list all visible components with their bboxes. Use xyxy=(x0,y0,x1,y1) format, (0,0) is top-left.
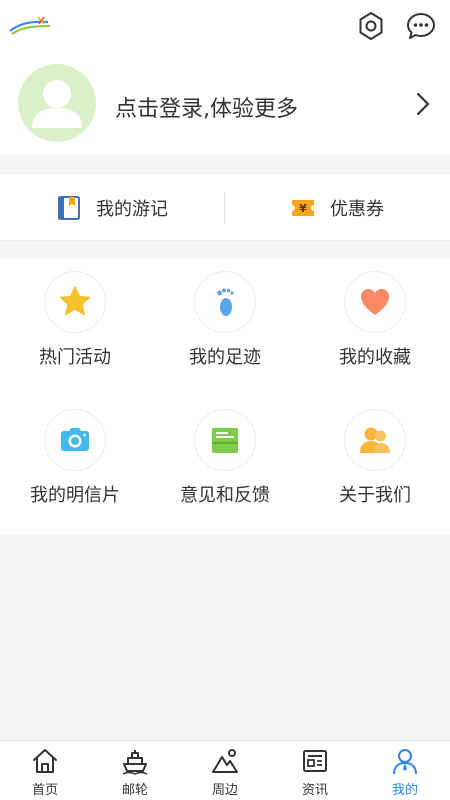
icon-circle xyxy=(44,409,106,471)
book-icon xyxy=(58,196,80,220)
tab-mine[interactable]: 我的 xyxy=(360,741,450,800)
my-travel-notes-label: 我的游记 xyxy=(96,199,168,220)
heart-icon xyxy=(361,289,389,315)
my-favorites-label: 我的收藏 xyxy=(339,347,411,368)
tab-mine-label: 我的 xyxy=(391,783,418,798)
icon-circle xyxy=(44,271,106,333)
tab-cruise-label: 邮轮 xyxy=(121,783,148,798)
feature-grid: 热门活动 我的足迹 我的收藏 我的明信片 意见和反馈 关于我们 xyxy=(0,259,450,535)
icon-circle xyxy=(344,409,406,471)
my-footprints-item[interactable]: 我的足迹 xyxy=(150,259,300,397)
user-avatar-icon xyxy=(32,80,82,128)
tab-news[interactable]: 资讯 xyxy=(270,741,360,800)
app-logo xyxy=(9,16,51,35)
my-footprints-label: 我的足迹 xyxy=(189,347,261,368)
cruise-ship-icon xyxy=(122,750,148,775)
icon-circle xyxy=(194,409,256,471)
coupon-icon: ¥ xyxy=(292,200,314,216)
users-icon xyxy=(360,427,390,453)
login-profile-banner[interactable]: 点击登录,体验更多 xyxy=(0,55,450,155)
feedback-label: 意见和反馈 xyxy=(180,485,270,506)
hot-events-label: 热门活动 xyxy=(39,347,111,368)
quick-links: 我的游记 ¥ 优惠券 xyxy=(0,173,450,241)
star-icon xyxy=(59,286,91,316)
news-icon xyxy=(303,750,327,772)
app-root: 点击登录,体验更多 我的游记 ¥ 优惠券 热门活动 我的足迹 我的收藏 我的明信… xyxy=(0,0,450,800)
chat-bubble-icon[interactable] xyxy=(405,10,437,42)
gear-icon[interactable] xyxy=(355,10,387,42)
icon-circle xyxy=(194,271,256,333)
tab-home[interactable]: 首页 xyxy=(0,741,90,800)
my-favorites-item[interactable]: 我的收藏 xyxy=(300,259,450,397)
hot-events-item[interactable]: 热门活动 xyxy=(0,259,150,397)
tab-home-label: 首页 xyxy=(31,783,58,798)
mountain-icon xyxy=(212,749,238,773)
coupons-button[interactable]: ¥ 优惠券 xyxy=(225,174,449,242)
svg-text:¥: ¥ xyxy=(299,202,307,215)
feedback-icon xyxy=(212,428,238,453)
feedback-item[interactable]: 意见和反馈 xyxy=(150,397,300,535)
profile-icon xyxy=(393,749,417,775)
about-us-item[interactable]: 关于我们 xyxy=(300,397,450,535)
bottom-tab-bar: 首页 邮轮 周边 资讯 我的 xyxy=(0,740,450,800)
tab-cruise[interactable]: 邮轮 xyxy=(90,741,180,800)
camera-icon xyxy=(61,428,89,451)
avatar[interactable] xyxy=(18,64,96,142)
about-us-label: 关于我们 xyxy=(339,485,411,506)
my-postcards-item[interactable]: 我的明信片 xyxy=(0,397,150,535)
top-bar xyxy=(0,0,450,55)
my-postcards-label: 我的明信片 xyxy=(30,485,120,506)
home-icon xyxy=(33,749,57,773)
tab-nearby-label: 周边 xyxy=(211,783,238,798)
tab-news-label: 资讯 xyxy=(301,783,328,798)
icon-circle xyxy=(344,271,406,333)
footprint-icon xyxy=(217,288,234,316)
login-prompt[interactable]: 点击登录,体验更多 xyxy=(115,91,298,123)
coupons-label: 优惠券 xyxy=(330,199,384,220)
my-travel-notes-button[interactable]: 我的游记 xyxy=(0,174,224,242)
tab-nearby[interactable]: 周边 xyxy=(180,741,270,800)
chevron-right-icon[interactable] xyxy=(414,91,432,117)
